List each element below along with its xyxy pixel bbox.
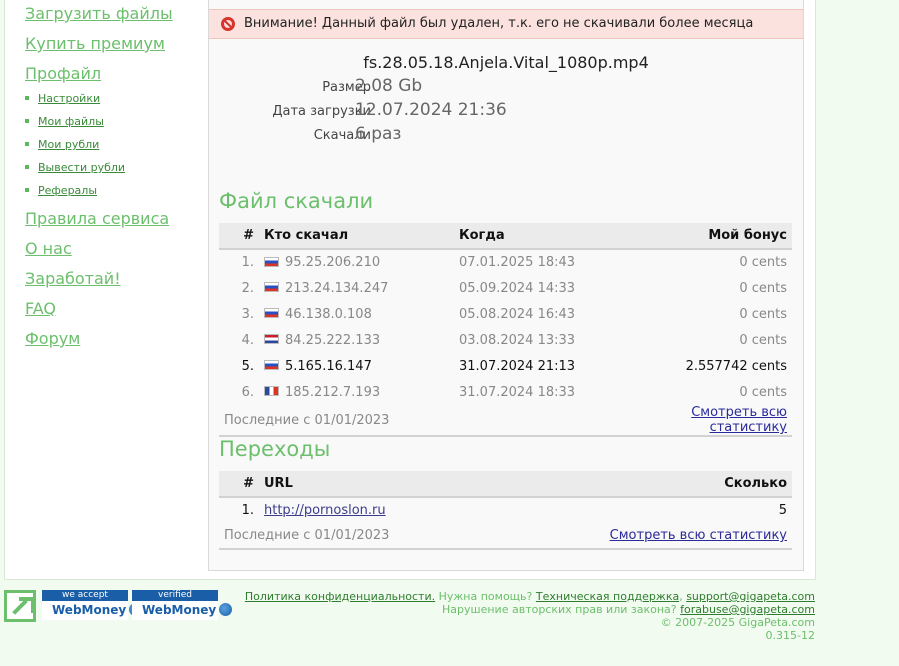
flag-ru-icon bbox=[264, 256, 279, 267]
bullet-icon bbox=[25, 142, 29, 146]
privacy-policy-link[interactable]: Политика конфиденциальности. bbox=[245, 590, 435, 603]
nav-earn[interactable]: Заработай! bbox=[25, 269, 121, 288]
referrals-title: Переходы bbox=[219, 437, 331, 461]
downloads-title: Файл скачали bbox=[219, 189, 374, 213]
nav-buy-premium[interactable]: Купить премиум bbox=[25, 34, 165, 53]
nav-about[interactable]: О нас bbox=[25, 239, 72, 258]
table-row: 1. 95.25.206.210 07.01.2025 18:43 0 cent… bbox=[241, 255, 787, 270]
nav-upload-files[interactable]: Загрузить файлы bbox=[25, 4, 173, 23]
downloads-header-row: # Кто скачал Когда Мой бонус bbox=[219, 223, 792, 250]
bullet-icon bbox=[25, 188, 29, 192]
webmoney-verified-badge[interactable]: verified WebMoney bbox=[132, 590, 233, 620]
table-row: 3. 46.138.0.108 05.08.2024 16:43 0 cents bbox=[241, 306, 787, 322]
file-size-value: 2.08 Gb bbox=[355, 76, 423, 96]
copyright: © 2007-2025 GigaPeta.com bbox=[660, 616, 815, 629]
abuse-text: Нарушение авторских прав или закона? bbox=[442, 603, 677, 616]
alert-text: Внимание! Данный файл был удален, т.к. е… bbox=[244, 16, 754, 31]
no-entry-icon bbox=[221, 17, 235, 31]
downloads-footer-row: Последние с 01/01/2023 Смотреть всю стат… bbox=[219, 405, 792, 437]
file-name: fs.28.05.18.Anjela.Vital_1080p.mp4 bbox=[363, 53, 649, 72]
file-panel: Внимание! Данный файл был удален, т.к. е… bbox=[208, 0, 804, 571]
site-logo-icon[interactable] bbox=[4, 590, 36, 622]
table-row: 2. 213.24.134.247 05.09.2024 14:33 0 cen… bbox=[241, 280, 787, 296]
col-count: Сколько bbox=[479, 471, 792, 498]
nav-forum[interactable]: Форум bbox=[25, 329, 80, 348]
nav-faq[interactable]: FAQ bbox=[25, 299, 56, 318]
referrals-since: Последние с 01/01/2023 bbox=[219, 523, 480, 550]
referral-url-link[interactable]: http://pornoslon.ru bbox=[264, 503, 386, 518]
downloads-full-stats-link[interactable]: Смотреть всю статистику bbox=[691, 405, 787, 435]
table-row: 6. 185.212.7.193 31.07.2024 18:33 0 cent… bbox=[241, 384, 787, 400]
upload-date-value: 12.07.2024 21:36 bbox=[355, 100, 507, 120]
flag-ru-icon bbox=[264, 282, 279, 292]
downloads-table: # Кто скачал Когда Мой бонус 1. 95.25.20… bbox=[219, 223, 792, 437]
col-bonus: Мой бонус bbox=[624, 223, 792, 250]
bullet-icon bbox=[25, 96, 29, 100]
nav-my-files[interactable]: Мои файлы bbox=[25, 115, 104, 128]
table-row: 1. http://pornoslon.ru 5 bbox=[241, 503, 787, 518]
footer-info: Политика конфиденциальности. Нужна помощ… bbox=[244, 590, 815, 642]
nav-referrals[interactable]: Рефералы bbox=[25, 184, 97, 197]
nav-settings[interactable]: Настройки bbox=[25, 92, 100, 105]
bullet-icon bbox=[25, 165, 29, 169]
nav-profile[interactable]: Профайл bbox=[25, 64, 101, 83]
table-row: 4. 84.25.222.133 03.08.2024 13:33 0 cent… bbox=[241, 332, 787, 348]
help-text: Нужна помощь? bbox=[438, 590, 533, 603]
nav-service-rules[interactable]: Правила сервиса bbox=[25, 209, 169, 228]
col-who: Кто скачал bbox=[264, 223, 459, 250]
flag-fr-icon bbox=[264, 386, 279, 396]
col-num: # bbox=[219, 471, 264, 498]
col-when: Когда bbox=[459, 223, 624, 250]
webmoney-accept-badge[interactable]: we accept WebMoney bbox=[42, 590, 143, 620]
flag-ru-icon bbox=[264, 360, 279, 370]
version: 0.315-12 bbox=[765, 629, 815, 642]
nav-my-rubles[interactable]: Мои рубли bbox=[25, 138, 99, 151]
support-email-link[interactable]: support@gigapeta.com bbox=[686, 590, 815, 603]
col-num: # bbox=[219, 223, 264, 250]
upload-date-row: Дата загрузки 12.07.2024 21:36 bbox=[209, 100, 803, 124]
flag-ru-icon bbox=[264, 308, 279, 318]
table-row: 5. 5.165.16.147 31.07.2024 21:13 2.55774… bbox=[241, 358, 787, 374]
downloads-since: Последние с 01/01/2023 bbox=[219, 405, 624, 437]
nav-withdraw-rubles[interactable]: Вывести рубли bbox=[25, 161, 125, 174]
flag-nl-icon bbox=[264, 334, 279, 344]
col-url: URL bbox=[264, 471, 480, 498]
referrals-table: # URL Сколько 1. http://pornoslon.ru 5 П… bbox=[219, 471, 792, 550]
webmoney-globe-icon bbox=[219, 603, 233, 616]
downloads-count-value: 6 раз bbox=[355, 124, 402, 144]
support-link[interactable]: Техническая поддержка bbox=[536, 590, 679, 603]
file-size-row: Размер 2.08 Gb bbox=[209, 76, 803, 100]
deleted-alert: Внимание! Данный файл был удален, т.к. е… bbox=[209, 9, 803, 39]
downloads-count-row: Скачали 6 раз bbox=[209, 124, 803, 148]
abuse-email-link[interactable]: forabuse@gigapeta.com bbox=[680, 603, 815, 616]
referrals-full-stats-link[interactable]: Смотреть всю статистику bbox=[610, 528, 787, 543]
referrals-footer-row: Последние с 01/01/2023 Смотреть всю стат… bbox=[219, 523, 792, 550]
bullet-icon bbox=[25, 119, 29, 123]
referrals-header-row: # URL Сколько bbox=[219, 471, 792, 498]
